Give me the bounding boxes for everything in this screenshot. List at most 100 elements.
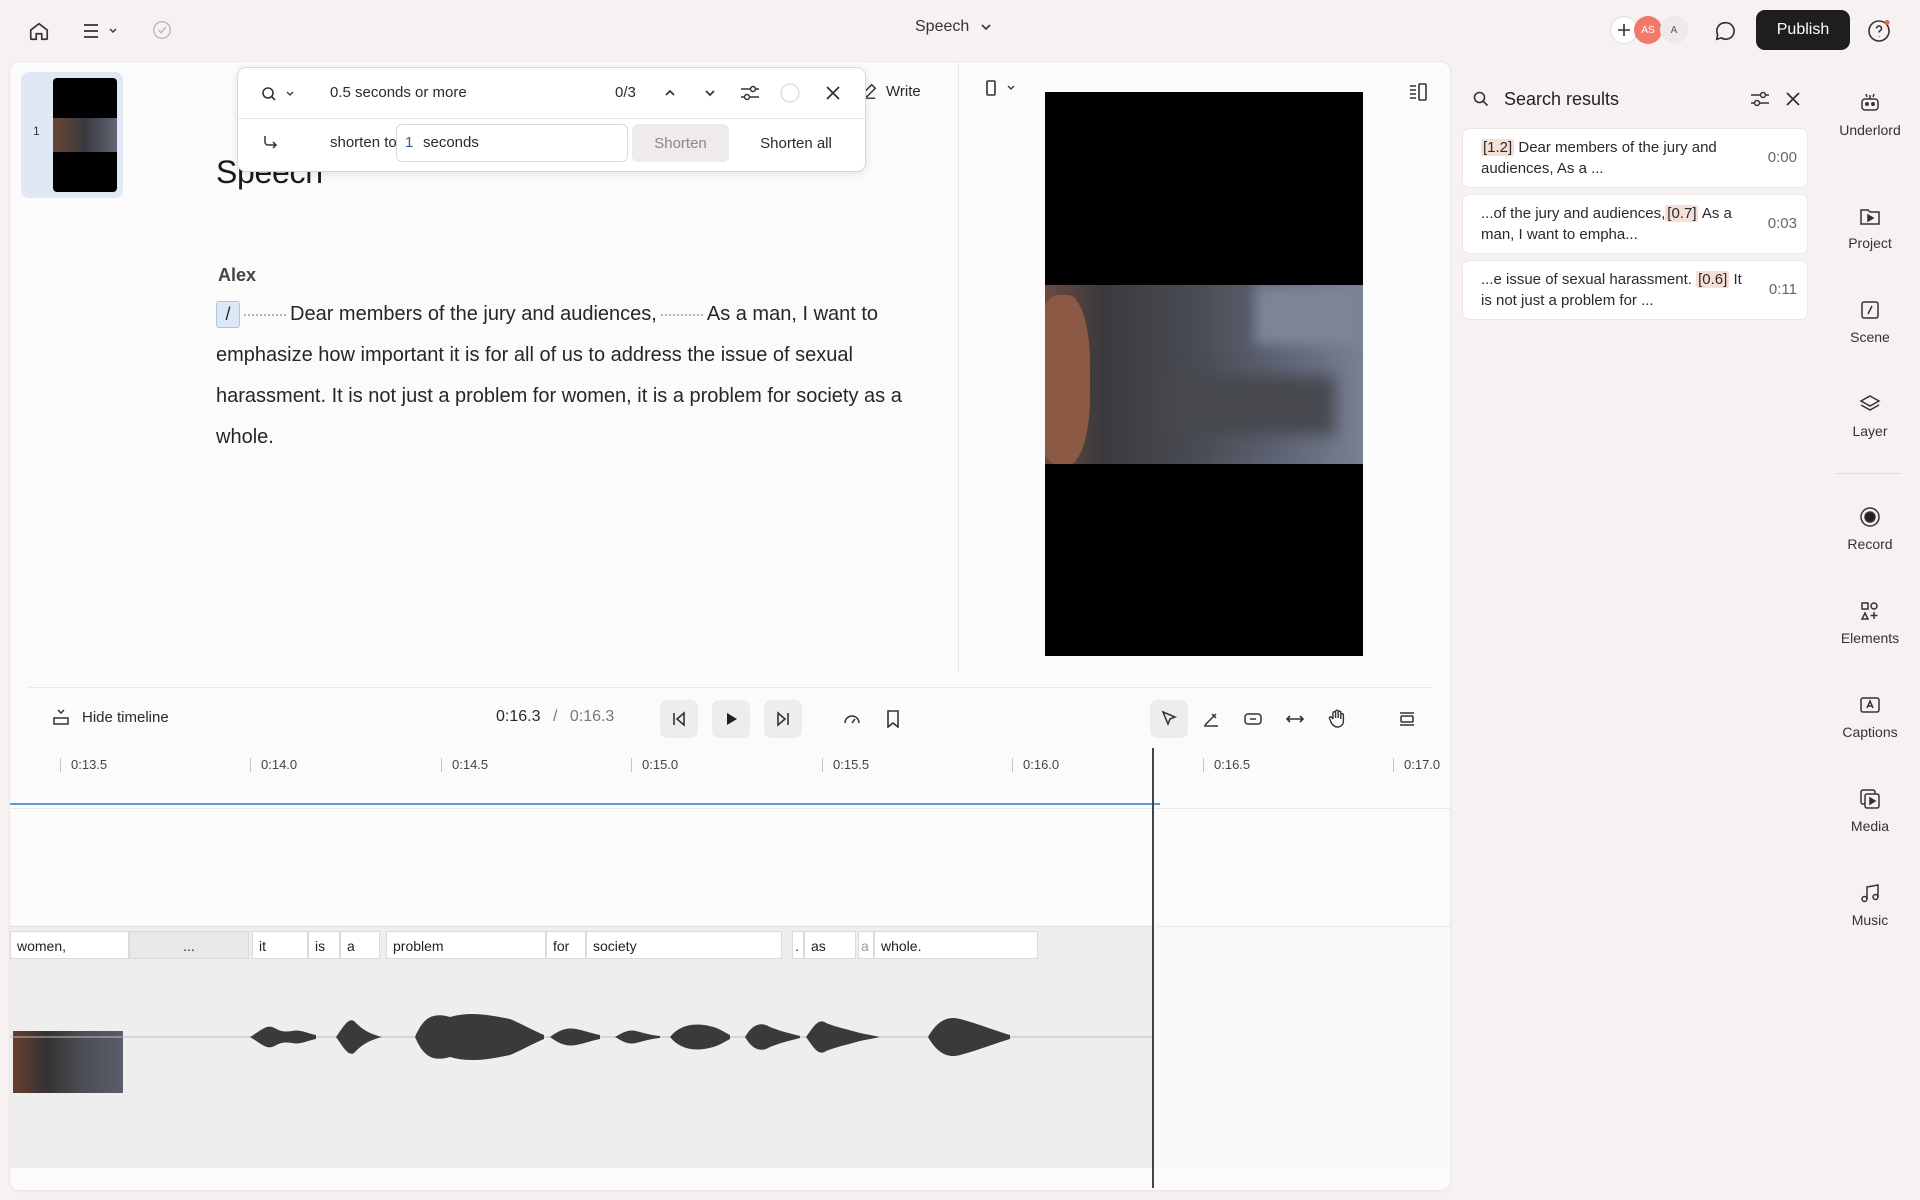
word-clip[interactable]: for (546, 931, 586, 959)
pause-indicator[interactable] (244, 313, 286, 316)
shorten-seconds-value[interactable]: 1 (405, 134, 413, 151)
word-clip[interactable]: a (858, 931, 874, 959)
search-filter-icon[interactable] (738, 82, 762, 104)
speaker-label[interactable]: Alex (218, 265, 256, 286)
search-icon[interactable] (260, 84, 300, 104)
divider (28, 687, 1432, 688)
word-clip[interactable]: it (252, 931, 308, 959)
rail-item-label: Layer (1852, 423, 1888, 439)
video-preview[interactable] (1045, 92, 1363, 656)
rail-item-music[interactable]: Music (1820, 882, 1920, 928)
trim-tool-icon[interactable] (1234, 700, 1272, 738)
playhead[interactable] (1152, 748, 1154, 1188)
script-sentence[interactable]: Dear members of the jury and audiences, (290, 303, 657, 325)
word-clip[interactable]: problem (386, 931, 546, 959)
rail-item-record[interactable]: Record (1820, 506, 1920, 552)
search-row: 0.5 seconds or more 0/3 (238, 68, 865, 119)
close-icon[interactable] (1782, 88, 1804, 110)
skip-back-button[interactable] (660, 700, 698, 738)
project-icon (1860, 209, 1880, 225)
word-clip[interactable]: a (340, 931, 380, 959)
rail-item-media[interactable]: Media (1820, 788, 1920, 834)
search-result-item[interactable]: ...of the jury and audiences, [0.7] As a … (1462, 194, 1808, 254)
avatar[interactable]: AS (1634, 16, 1662, 44)
pause-indicator[interactable] (660, 313, 703, 316)
shorten-button[interactable]: Shorten (632, 124, 729, 162)
empty-track-area[interactable] (1156, 926, 1450, 1168)
speech-track[interactable]: women, ... it is a problem for society .… (10, 926, 1154, 1168)
scene-icon (1861, 301, 1879, 319)
help-icon[interactable] (1866, 18, 1892, 44)
word-clip[interactable]: women, (10, 931, 129, 959)
timeline-layout-icon[interactable] (1388, 700, 1426, 738)
script-text[interactable]: / Dear members of the jury and audiences,… (216, 294, 916, 458)
rail-item-layer[interactable]: Layer (1820, 393, 1920, 439)
shorten-seconds-field[interactable]: 1 seconds (396, 124, 628, 162)
skip-forward-button[interactable] (764, 700, 802, 738)
collaborators[interactable]: AS A (1610, 14, 1690, 46)
search-input[interactable]: 0.5 seconds or more (330, 84, 467, 101)
close-icon[interactable] (822, 82, 844, 104)
tool-rail: Underlord Project Scene Layer Record Ele… (1820, 62, 1920, 962)
pause-duration-tag: [1.2] (1481, 139, 1515, 156)
publish-button[interactable]: Publish (1756, 10, 1850, 50)
document-title-dropdown[interactable]: Speech (915, 18, 993, 36)
rail-item-project[interactable]: Project (1820, 205, 1920, 251)
rail-item-captions[interactable]: Captions (1820, 694, 1920, 740)
select-tool-icon[interactable] (1150, 700, 1188, 738)
word-clip[interactable]: society (586, 931, 782, 959)
pause-duration-tag: [0.7] (1665, 205, 1699, 222)
results-filter-icon[interactable] (1748, 88, 1772, 110)
timeline-ruler[interactable]: 0:13.5 0:14.0 0:14.5 0:15.0 0:15.5 0:16.… (10, 746, 1450, 806)
result-text-after: Dear members of the jury and audiences, … (1481, 139, 1717, 177)
ruler-tick: 0:16.5 (1203, 758, 1250, 772)
rail-item-scene[interactable]: Scene (1820, 299, 1920, 345)
match-case-toggle[interactable] (779, 82, 801, 104)
rail-item-underlord[interactable]: Underlord (1820, 92, 1920, 138)
hide-timeline-button[interactable]: Hide timeline (52, 708, 169, 726)
word-clip[interactable]: as (804, 931, 856, 959)
hide-timeline-label: Hide timeline (82, 708, 169, 726)
avatar[interactable]: A (1660, 16, 1688, 44)
chevron-down-icon (981, 24, 991, 31)
empty-track[interactable] (10, 808, 1450, 928)
toggle-side-panel-icon[interactable] (1408, 82, 1428, 102)
result-timestamp: 0:03 (1767, 215, 1797, 232)
music-icon (1861, 884, 1879, 903)
shorten-all-button[interactable]: Shorten all (736, 124, 856, 162)
home-icon[interactable] (26, 18, 52, 44)
play-button[interactable] (712, 700, 750, 738)
bookmark-icon[interactable] (874, 700, 912, 738)
aspect-ratio-dropdown[interactable] (985, 80, 1017, 96)
blade-tool-icon[interactable] (1192, 700, 1230, 738)
gap-clip[interactable]: ... (129, 931, 249, 959)
rail-item-label: Media (1850, 818, 1890, 834)
search-results-title: Search results (1504, 88, 1620, 109)
search-result-item[interactable]: ...e issue of sexual harassment. [0.6] I… (1462, 260, 1808, 320)
search-result-item[interactable]: [1.2] Dear members of the jury and audie… (1462, 128, 1808, 188)
ruler-tick: 0:14.0 (250, 758, 297, 772)
previous-match-icon[interactable] (660, 82, 680, 104)
search-match-count: 0/3 (615, 84, 636, 101)
hand-tool-icon[interactable] (1318, 700, 1356, 738)
pause-marker[interactable]: / (216, 301, 240, 329)
playback-speed-icon[interactable] (833, 700, 871, 738)
scene-thumbnail[interactable]: 1 (21, 72, 123, 198)
comments-icon[interactable] (1712, 18, 1738, 44)
play-icon (727, 713, 737, 725)
hide-timeline-icon (53, 709, 69, 725)
ruler-tick: 0:14.5 (441, 758, 488, 772)
timeline-toolbar: Hide timeline 0:16.3 / 0:16.3 (10, 692, 1450, 746)
next-match-icon[interactable] (700, 82, 720, 104)
word-clip[interactable]: . (792, 931, 804, 959)
rail-item-elements[interactable]: Elements (1820, 600, 1920, 646)
document-title: Speech (915, 18, 970, 35)
layers-icon (1859, 395, 1881, 411)
word-clip[interactable]: whole. (874, 931, 1038, 959)
write-button[interactable]: Write (860, 82, 921, 100)
rail-item-label: Underlord (1839, 122, 1901, 138)
menu-icon[interactable] (80, 18, 124, 44)
write-label: Write (886, 82, 921, 100)
stretch-tool-icon[interactable] (1276, 700, 1314, 738)
word-clip[interactable]: is (308, 931, 340, 959)
